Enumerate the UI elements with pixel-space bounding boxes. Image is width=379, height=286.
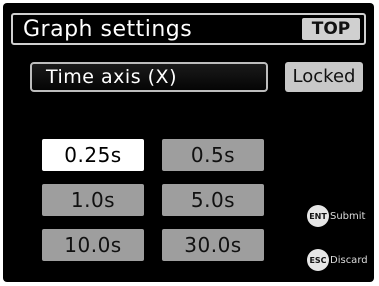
page-title: Graph settings — [23, 17, 193, 42]
time-axis-field[interactable]: Time axis (X) — [30, 62, 268, 92]
time-axis-label: Time axis (X) — [46, 66, 177, 88]
option-5-0s[interactable]: 5.0s — [162, 184, 264, 216]
discard-label: Discard — [330, 254, 368, 266]
esc-key-icon: ESC — [307, 249, 329, 271]
option-1-0s[interactable]: 1.0s — [42, 184, 144, 216]
option-0-5s[interactable]: 0.5s — [162, 139, 264, 171]
submit-hint[interactable]: ENT Submit — [307, 205, 365, 227]
discard-hint[interactable]: ESC Discard — [307, 249, 368, 271]
option-0-25s[interactable]: 0.25s — [42, 139, 144, 171]
submit-label: Submit — [330, 210, 366, 222]
ent-key-icon: ENT — [307, 205, 329, 227]
option-10-0s[interactable]: 10.0s — [42, 229, 144, 261]
locked-button[interactable]: Locked — [285, 62, 363, 92]
option-30-0s[interactable]: 30.0s — [162, 229, 264, 261]
graph-settings-screen: Graph settings TOP Time axis (X) Locked … — [3, 3, 374, 282]
title-bar: Graph settings TOP — [11, 13, 366, 45]
top-button[interactable]: TOP — [302, 18, 360, 40]
